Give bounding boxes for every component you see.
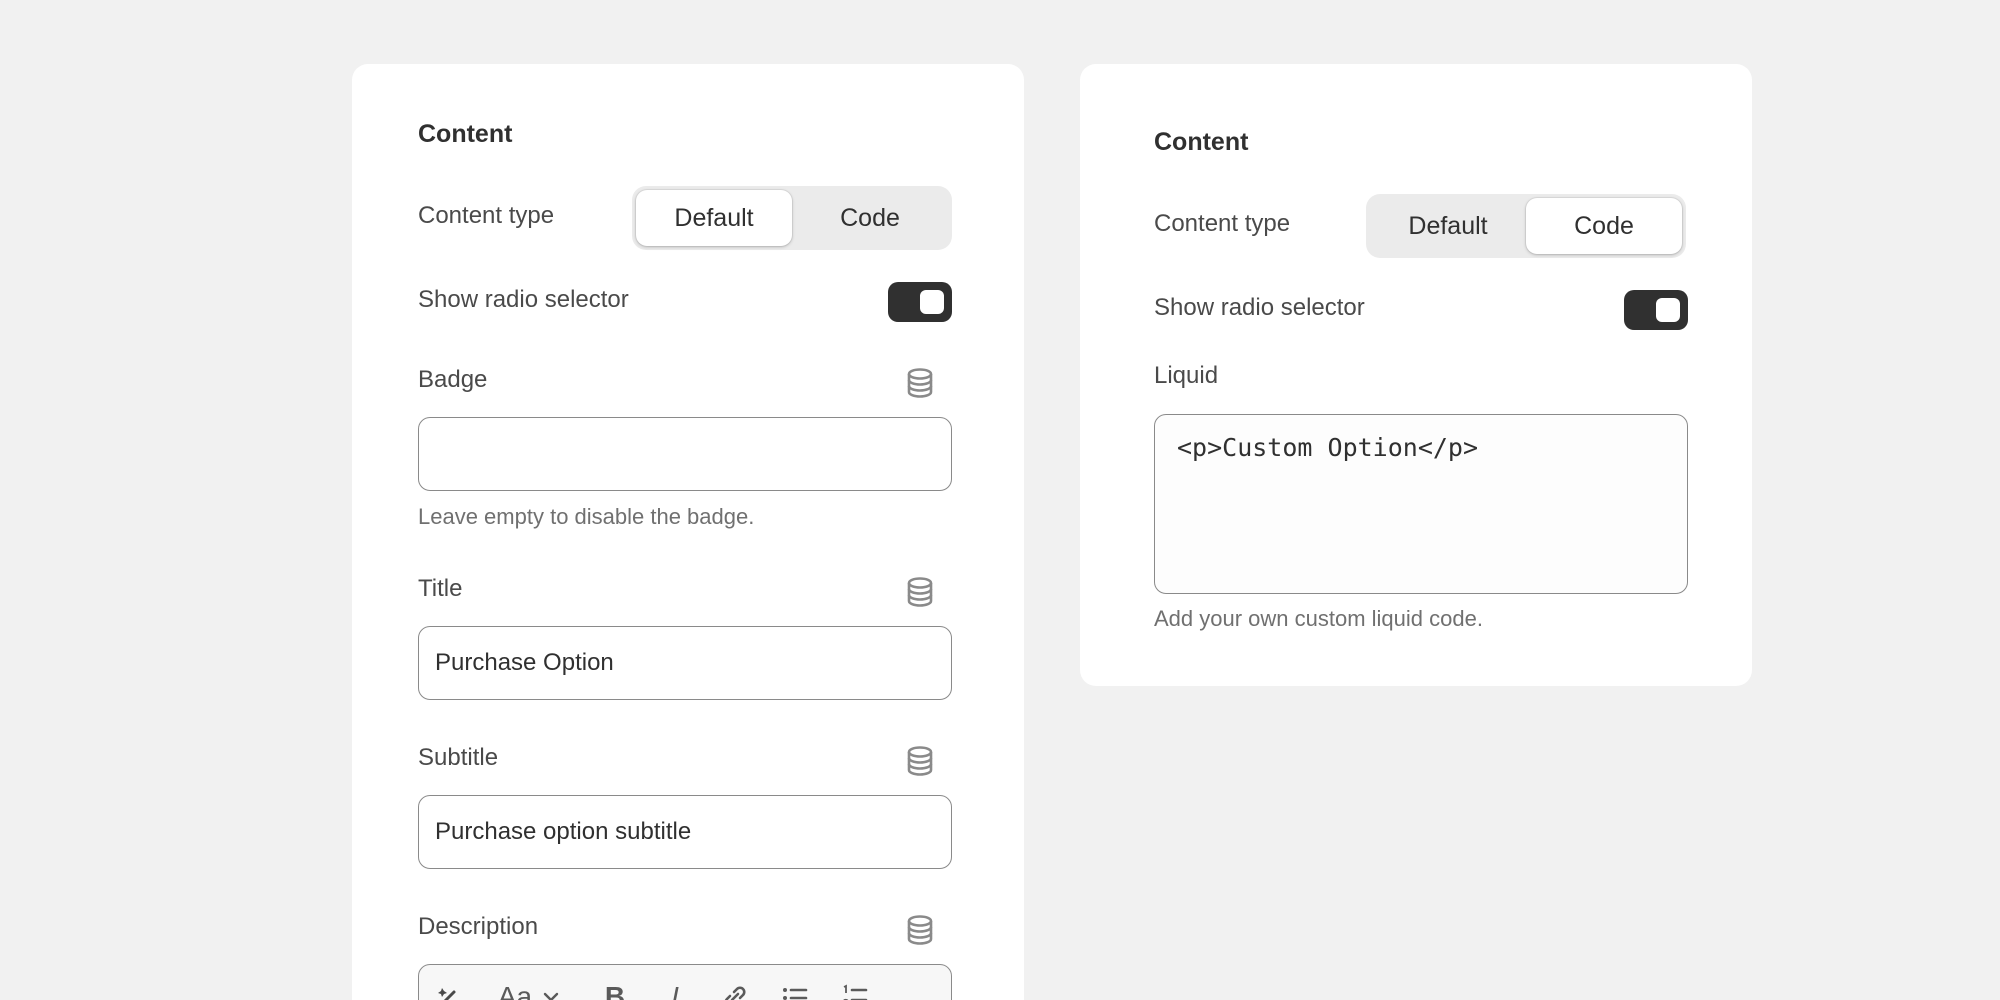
italic-icon[interactable]: I xyxy=(657,979,693,1000)
description-label: Description xyxy=(418,913,539,940)
title-input[interactable]: Purchase Option xyxy=(418,626,952,700)
content-settings-panel-default: Content Content type Default Code Show r… xyxy=(352,64,1024,1000)
content-settings-panel-code: Content Content type Default Code Show r… xyxy=(1080,64,1752,686)
show-radio-selector-label: Show radio selector xyxy=(1154,294,1365,321)
link-icon[interactable] xyxy=(717,979,753,1000)
toggle-knob xyxy=(920,290,944,314)
description-rich-text-editor: Aa B I xyxy=(418,964,952,1000)
title-label: Title xyxy=(418,575,463,602)
dynamic-source-icon[interactable] xyxy=(906,746,934,776)
panel-heading: Content xyxy=(1154,128,1249,156)
content-type-label: Content type xyxy=(1154,210,1291,237)
panel-heading: Content xyxy=(418,120,513,148)
content-type-default-button[interactable]: Default xyxy=(1370,198,1526,254)
badge-label: Badge xyxy=(418,366,488,393)
toggle-knob xyxy=(1656,298,1680,322)
show-radio-selector-toggle[interactable] xyxy=(888,282,952,322)
magic-icon[interactable] xyxy=(431,979,467,1000)
dynamic-source-icon[interactable] xyxy=(906,915,934,945)
numbered-list-icon[interactable] xyxy=(837,979,873,1000)
badge-help-text: Leave empty to disable the badge. xyxy=(418,504,755,529)
subtitle-label: Subtitle xyxy=(418,744,499,771)
chevron-down-icon[interactable] xyxy=(533,979,569,1000)
content-type-segmented-control: Default Code xyxy=(1366,194,1686,258)
bold-icon[interactable]: B xyxy=(597,979,633,1000)
content-type-code-button[interactable]: Code xyxy=(1526,198,1682,254)
content-type-default-button[interactable]: Default xyxy=(636,190,792,246)
font-size-icon[interactable]: Aa xyxy=(497,979,533,1000)
liquid-help-text: Add your own custom liquid code. xyxy=(1154,606,1483,631)
dynamic-source-icon[interactable] xyxy=(906,368,934,398)
dynamic-source-icon[interactable] xyxy=(906,577,934,607)
bullet-list-icon[interactable] xyxy=(777,979,813,1000)
liquid-code-editor[interactable]: <p>Custom Option</p> xyxy=(1154,414,1688,594)
liquid-label: Liquid xyxy=(1154,362,1219,389)
subtitle-input[interactable]: Purchase option subtitle xyxy=(418,795,952,869)
content-type-code-button[interactable]: Code xyxy=(792,190,948,246)
show-radio-selector-toggle[interactable] xyxy=(1624,290,1688,330)
badge-input[interactable] xyxy=(418,417,952,491)
content-type-label: Content type xyxy=(418,202,555,229)
content-type-segmented-control: Default Code xyxy=(632,186,952,250)
show-radio-selector-label: Show radio selector xyxy=(418,286,629,313)
